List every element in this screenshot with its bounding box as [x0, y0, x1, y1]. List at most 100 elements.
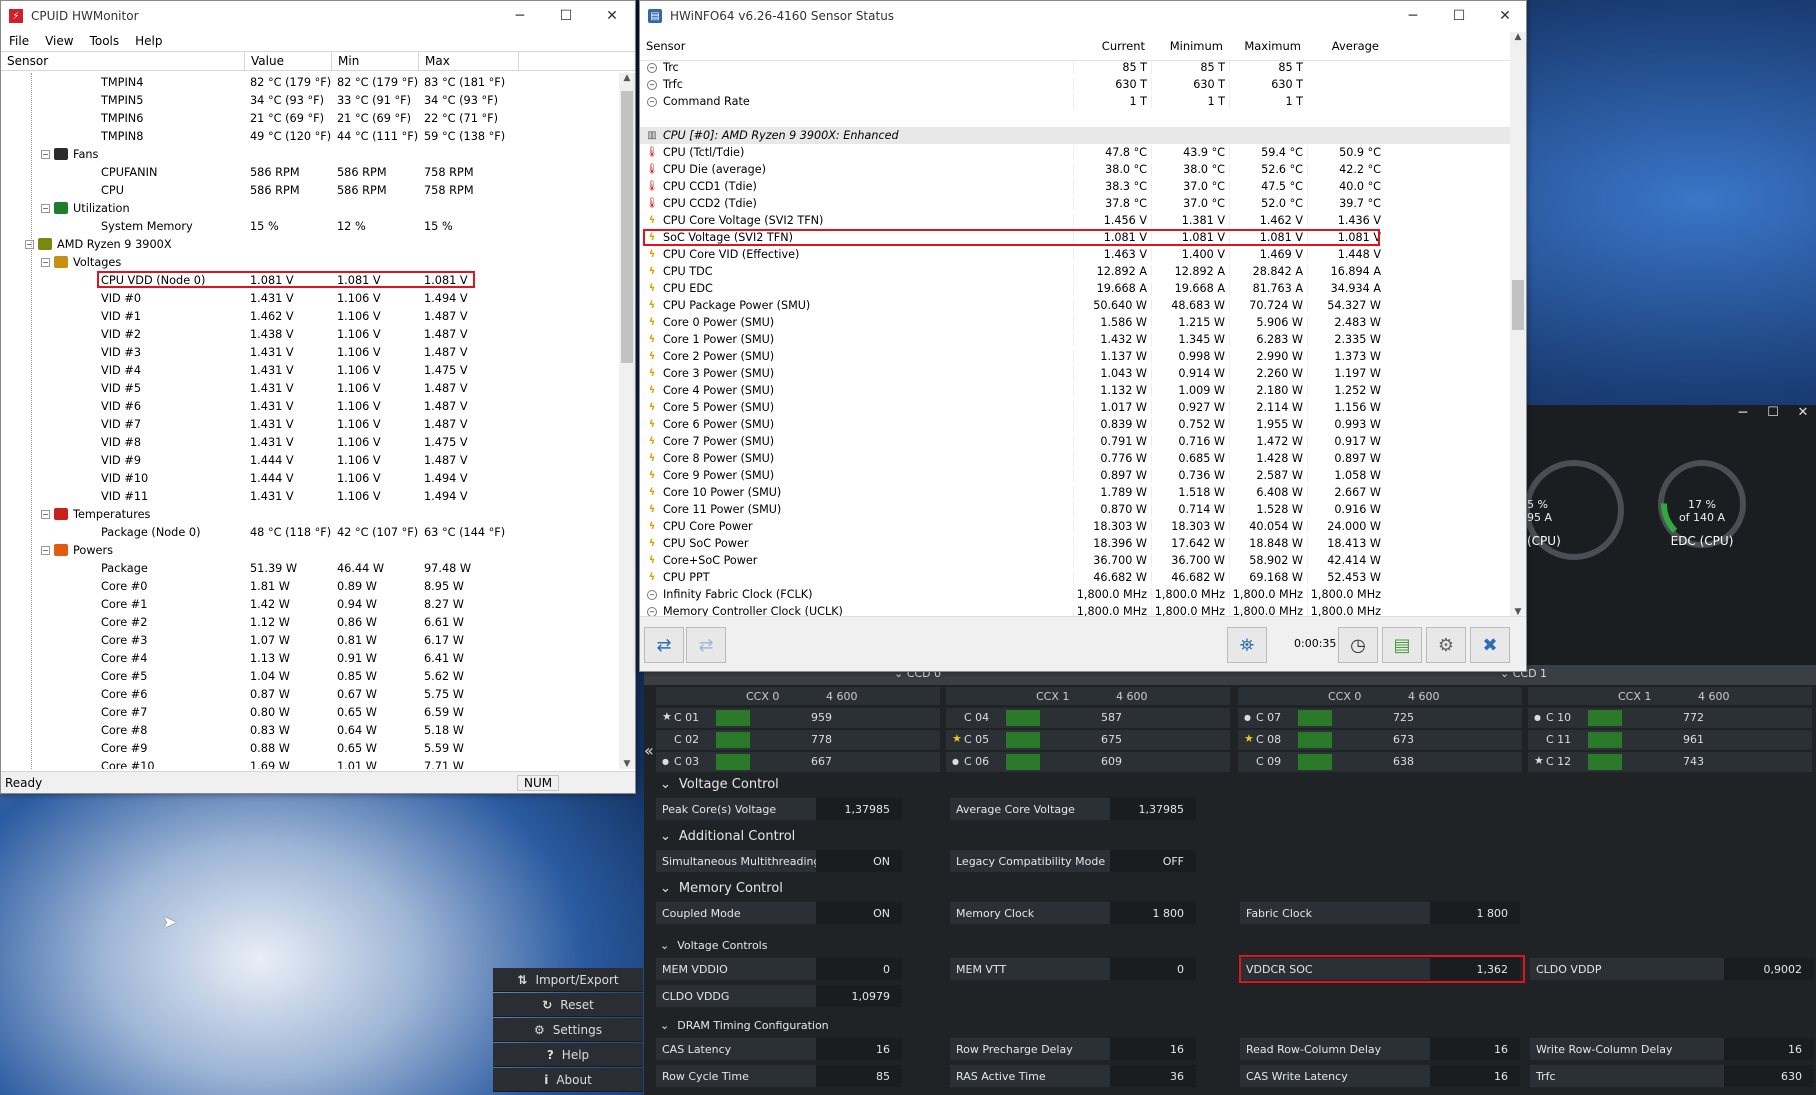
core-row[interactable]: ● C 03 667: [656, 752, 940, 772]
close-button[interactable]: ✕: [1792, 405, 1814, 425]
sensor-row[interactable]: ϟ Core 11 Power (SMU) 0.870 W 0.714 W 1.528 …: [640, 501, 1510, 518]
core-row[interactable]: ★ C 01 959: [656, 708, 940, 728]
sensor-row[interactable]: Core #10 1.69 W 1.01 W 7.71 W: [1, 757, 621, 770]
menu-file[interactable]: File: [1, 34, 37, 48]
title-bar[interactable]: ▤ HWiNFO64 v6.26-4160 Sensor Status ─ ☐ …: [640, 1, 1526, 31]
sensor-row[interactable]: VID #6 1.431 V 1.106 V 1.487 V: [1, 397, 621, 415]
scrollbar-thumb[interactable]: [621, 91, 633, 363]
sensor-row[interactable]: Core #8 0.83 W 0.64 W 5.18 W: [1, 721, 621, 739]
collapse-toggle[interactable]: −: [41, 509, 50, 519]
collapse-toggle[interactable]: −: [41, 545, 50, 555]
sensor-row[interactable]: ϟ Core 7 Power (SMU) 0.791 W 0.716 W 1.472 W…: [640, 433, 1510, 450]
sensor-row[interactable]: VID #10 1.444 V 1.106 V 1.494 V: [1, 469, 621, 487]
sensor-row[interactable]: Package (Node 0) 48 °C (118 °F) 42 °C (107…: [1, 523, 621, 541]
cldo-vddg-field[interactable]: CLDO VDDG 1,0979: [656, 985, 902, 1007]
sensor-row[interactable]: ϟ Core 0 Power (SMU) 1.586 W 1.215 W 5.906 W…: [640, 314, 1510, 331]
sensor-row[interactable]: ϟ Core 10 Power (SMU) 1.789 W 1.518 W 6.408 …: [640, 484, 1510, 501]
close-sensors-icon[interactable]: ✖: [1470, 627, 1510, 663]
core-row[interactable]: ★ C 08 673: [1238, 730, 1522, 750]
clock-icon[interactable]: ◷: [1338, 627, 1378, 663]
sensor-row[interactable]: ϟ CPU Core Power 18.303 W 18.303 W 40.054 W2…: [640, 518, 1510, 535]
tree-group[interactable]: − Voltages: [1, 253, 621, 271]
sensor-row[interactable]: − Infinity Fabric Clock (FCLK) 1,800.0 MHz…: [640, 586, 1510, 603]
sensor-row[interactable]: VID #7 1.431 V 1.106 V 1.487 V: [1, 415, 621, 433]
sensor-row[interactable]: ϟ CPU Core VID (Effective) 1.463 V 1.400 V1…: [640, 246, 1510, 263]
sensor-row[interactable]: ϟ SoC Voltage (SVI2 TFN) 1.081 V 1.081 V 1.0…: [640, 229, 1510, 246]
sensor-row[interactable]: CPUFANIN 586 RPM 586 RPM 758 RPM: [1, 163, 621, 181]
read-row-column-field[interactable]: Read Row-Column Delay 16: [1240, 1038, 1520, 1060]
core-row[interactable]: ● C 10 772: [1528, 708, 1812, 728]
core-row[interactable]: ★ C 12 743: [1528, 752, 1812, 772]
col-min[interactable]: Min: [332, 52, 419, 70]
sensor-row[interactable]: [640, 110, 1510, 127]
col-maximum[interactable]: Maximum: [1229, 31, 1307, 60]
sensor-row[interactable]: TMPIN6 21 °C (69 °F) 21 °C (69 °F) 22 °C (7…: [1, 109, 621, 127]
voltage-control-header[interactable]: ⌄ Voltage Control: [660, 777, 779, 792]
vertical-scrollbar[interactable]: ▲ ▼: [619, 73, 635, 769]
minimize-button[interactable]: ─: [1390, 1, 1436, 31]
core-row[interactable]: ● C 07 725: [1238, 708, 1522, 728]
core-row[interactable]: C 09 638: [1238, 752, 1522, 772]
additional-control-header[interactable]: ⌄ Additional Control: [660, 829, 795, 844]
sensor-row[interactable]: Core #1 1.42 W 0.94 W 8.27 W: [1, 595, 621, 613]
tree-group[interactable]: − AMD Ryzen 9 3900X: [1, 235, 621, 253]
menu-item-import-export[interactable]: ⇅ Import/Export: [493, 968, 643, 992]
sensor-row[interactable]: Core #6 0.87 W 0.67 W 5.75 W: [1, 685, 621, 703]
mem-vtt-field[interactable]: MEM VTT 0: [950, 958, 1196, 980]
maximize-button[interactable]: ☐: [543, 1, 589, 31]
sensor-row[interactable]: CPU VDD (Node 0) 1.081 V 1.081 V 1.081 V: [1, 271, 621, 289]
col-average[interactable]: Average: [1307, 31, 1385, 60]
settings-gear-icon[interactable]: ⚙: [1426, 627, 1466, 663]
tree-group[interactable]: − Fans: [1, 145, 621, 163]
minimize-button[interactable]: ─: [1732, 405, 1754, 425]
menu-view[interactable]: View: [37, 34, 81, 48]
sensor-group-row[interactable]: ▥ CPU [#0]: AMD Ryzen 9 3900X: Enhanced: [640, 127, 1510, 144]
sensor-row[interactable]: Core #7 0.80 W 0.65 W 6.59 W: [1, 703, 621, 721]
navigate-button[interactable]: ⇄: [686, 627, 726, 663]
legacy-mode-setting[interactable]: Legacy Compatibility Mode OFF: [950, 850, 1196, 872]
sensor-row[interactable]: VID #5 1.431 V 1.106 V 1.487 V: [1, 379, 621, 397]
switch-view-button[interactable]: ⇄: [644, 627, 684, 663]
row-precharge-field[interactable]: Row Precharge Delay 16: [950, 1038, 1196, 1060]
sensor-row[interactable]: ϟ Core 1 Power (SMU) 1.432 W 1.345 W 6.283 W…: [640, 331, 1510, 348]
collapse-toggle[interactable]: −: [41, 257, 50, 267]
core-row[interactable]: C 04 587: [946, 708, 1230, 728]
sensor-row[interactable]: ϟ Core 4 Power (SMU) 1.132 W 1.009 W 2.180 W…: [640, 382, 1510, 399]
sensor-row[interactable]: VID #8 1.431 V 1.106 V 1.475 V: [1, 433, 621, 451]
sensor-row[interactable]: ϟ Core 6 Power (SMU) 0.839 W 0.752 W 1.955 W…: [640, 416, 1510, 433]
core-row[interactable]: ★ C 05 675: [946, 730, 1230, 750]
title-bar[interactable]: ⚡ CPUID HWMonitor ─ ☐ ✕: [1, 1, 635, 31]
col-current[interactable]: Current: [1073, 31, 1151, 60]
average-core-voltage[interactable]: Average Core Voltage 1,37985: [950, 798, 1196, 820]
collapse-toggle[interactable]: −: [41, 149, 50, 159]
scrollbar-thumb[interactable]: [1512, 280, 1524, 330]
close-button[interactable]: ✕: [1482, 1, 1528, 31]
sensor-row[interactable]: 🌡 CPU Die (average) 38.0 °C 38.0 °C 52.6 °C 4…: [640, 161, 1510, 178]
dram-timing-header[interactable]: ⌄ DRAM Timing Configuration: [660, 1019, 829, 1032]
sensor-row[interactable]: Package 51.39 W 46.44 W 97.48 W: [1, 559, 621, 577]
write-row-column-field[interactable]: Write Row-Column Delay 16: [1530, 1038, 1814, 1060]
minimize-button[interactable]: ─: [497, 1, 543, 31]
sensor-row[interactable]: Core #9 0.88 W 0.65 W 5.59 W: [1, 739, 621, 757]
sensor-row[interactable]: ϟ Core+SoC Power 36.700 W 36.700 W 58.902 W4…: [640, 552, 1510, 569]
maximize-button[interactable]: ☐: [1762, 405, 1784, 425]
sensor-row[interactable]: ϟ CPU Package Power (SMU) 50.640 W 48.683 W…: [640, 297, 1510, 314]
sensor-row[interactable]: VID #0 1.431 V 1.106 V 1.494 V: [1, 289, 621, 307]
sensor-row[interactable]: VID #3 1.431 V 1.106 V 1.487 V: [1, 343, 621, 361]
sensor-row[interactable]: − Command Rate 1 T1 T1 T: [640, 93, 1510, 110]
menu-item-settings[interactable]: ⚙ Settings: [493, 1018, 643, 1042]
core-row[interactable]: C 11 961: [1528, 730, 1812, 750]
coupled-mode-setting[interactable]: Coupled Mode ON: [656, 902, 902, 924]
tree-group[interactable]: − Temperatures: [1, 505, 621, 523]
network-icon[interactable]: ⛯: [1227, 627, 1267, 663]
mem-vddio-field[interactable]: MEM VDDIO 0: [656, 958, 902, 980]
sensor-row[interactable]: ϟ Core 2 Power (SMU) 1.137 W 0.998 W 2.990 W…: [640, 348, 1510, 365]
menu-help[interactable]: Help: [127, 34, 170, 48]
sensor-row[interactable]: ϟ CPU Core Voltage (SVI2 TFN) 1.456 V 1.381…: [640, 212, 1510, 229]
sensor-row[interactable]: VID #4 1.431 V 1.106 V 1.475 V: [1, 361, 621, 379]
sensor-row[interactable]: 🌡 CPU (Tctl/Tdie) 47.8 °C 43.9 °C 59.4 °C 50.…: [640, 144, 1510, 161]
sensor-row[interactable]: Core #4 1.13 W 0.91 W 6.41 W: [1, 649, 621, 667]
sensor-row[interactable]: TMPIN4 82 °C (179 °F) 82 °C (179 °F) 83 °C …: [1, 73, 621, 91]
peak-core-voltage[interactable]: Peak Core(s) Voltage 1,37985: [656, 798, 902, 820]
vertical-scrollbar[interactable]: ▲ ▼: [1510, 32, 1526, 617]
